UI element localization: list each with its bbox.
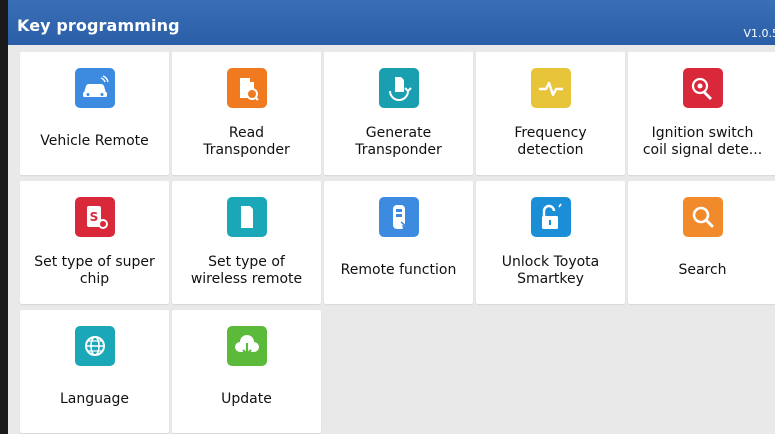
globe-icon: [74, 326, 115, 366]
tile-label: Read Transponder: [203, 124, 290, 158]
tile-generate-transponder[interactable]: Generate Transponder: [324, 52, 473, 175]
tile-label: Ignition switch coil signal dete...: [642, 124, 763, 158]
tile-label: Frequency detection: [514, 124, 587, 158]
tile-label: Generate Transponder: [355, 124, 442, 158]
tile-remote-function[interactable]: Remote function: [324, 181, 473, 304]
tile-vehicle-remote[interactable]: Vehicle Remote: [20, 52, 169, 175]
tile-label: Remote function: [340, 262, 457, 278]
tile-label: Update: [221, 391, 272, 407]
remote-key-icon: [378, 197, 419, 237]
tile-ignition-switch[interactable]: Ignition switch coil signal dete...: [628, 52, 775, 175]
tile-wireless-remote[interactable]: Set type of wireless remote: [172, 181, 321, 304]
tile-language[interactable]: Language: [20, 310, 169, 433]
car-remote-icon: [74, 68, 115, 108]
ignition-key-icon: [682, 68, 723, 108]
super-chip-icon: S: [74, 197, 115, 237]
tile-label: Search: [678, 262, 727, 278]
tile-unlock-toyota-smartkey[interactable]: Unlock Toyota Smartkey: [476, 181, 625, 304]
read-transponder-icon: [226, 68, 267, 108]
tile-label: Set type of wireless remote: [190, 253, 303, 287]
svg-text:S: S: [89, 210, 98, 224]
page-title: Key programming: [17, 16, 180, 35]
tile-label: Set type of super chip: [34, 253, 155, 287]
tile-label: Language: [59, 391, 130, 407]
tile-frequency-detection[interactable]: Frequency detection: [476, 52, 625, 175]
wireless-remote-chip-icon: [226, 197, 267, 237]
tile-label: Vehicle Remote: [40, 133, 149, 149]
search-icon: [682, 197, 723, 237]
frequency-wave-icon: [530, 68, 571, 108]
generate-transponder-icon: [378, 68, 419, 108]
tile-search[interactable]: Search: [628, 181, 775, 304]
tile-update[interactable]: Update: [172, 310, 321, 433]
tile-label: Unlock Toyota Smartkey: [501, 253, 600, 287]
title-bar: Key programming V1.0.5: [8, 0, 775, 45]
unlock-padlock-icon: [530, 197, 571, 237]
cloud-download-icon: [226, 326, 267, 366]
tile-read-transponder[interactable]: Read Transponder: [172, 52, 321, 175]
app-window: Key programming V1.0.5 Vehicle Remote Re…: [8, 0, 775, 434]
tile-super-chip[interactable]: S Set type of super chip: [20, 181, 169, 304]
version-label: V1.0.5: [743, 27, 775, 40]
